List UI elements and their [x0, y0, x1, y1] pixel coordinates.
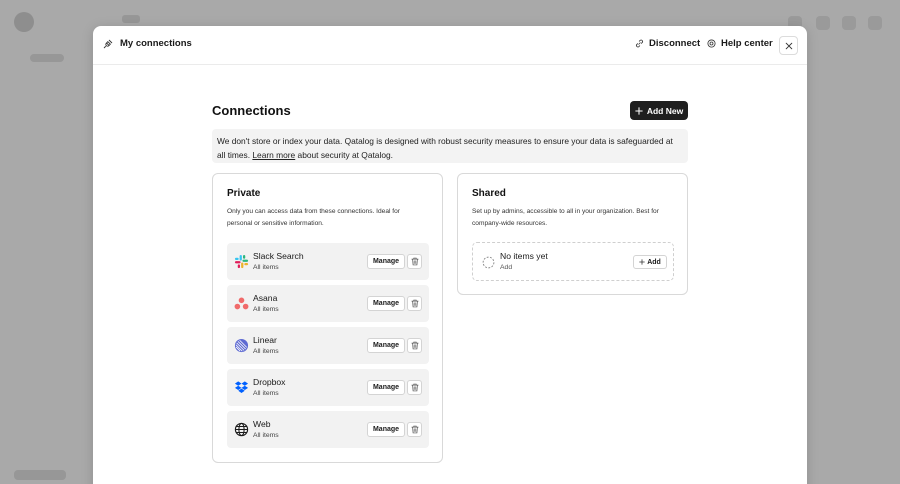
delete-button[interactable] — [407, 296, 422, 311]
trash-icon — [410, 425, 419, 434]
security-notice: We don't store or index your data. Qatal… — [212, 129, 688, 163]
asana-icon — [234, 296, 249, 311]
trash-icon — [410, 299, 419, 308]
connection-scope: All items — [253, 348, 279, 355]
notice-suffix: about security at Qatalog. — [297, 150, 393, 160]
help-icon — [707, 39, 716, 48]
connection-name: Dropbox — [253, 377, 286, 387]
manage-button[interactable]: Manage — [367, 254, 405, 269]
connection-name: Asana — [253, 293, 278, 303]
manage-button[interactable]: Manage — [367, 422, 405, 437]
connection-name: Slack Search — [253, 251, 304, 261]
connection-scope: All items — [253, 306, 279, 313]
disconnect-label: Disconnect — [649, 38, 701, 49]
plus-icon — [639, 259, 645, 265]
globe-icon — [234, 422, 249, 437]
background-toolbar-icon — [868, 16, 882, 30]
connection-scope: All items — [253, 264, 279, 271]
add-shared-button[interactable]: Add — [633, 255, 667, 269]
manage-button[interactable]: Manage — [367, 296, 405, 311]
delete-button[interactable] — [407, 380, 422, 395]
connection-scope: All items — [253, 390, 279, 397]
background-title — [122, 15, 140, 23]
shared-card: Shared Set up by admins, accessible to a… — [457, 173, 688, 295]
dashed-circle-icon — [482, 256, 495, 269]
private-description: Only you can access data from these conn… — [227, 208, 400, 227]
background-app-logo — [14, 12, 34, 32]
delete-button[interactable] — [407, 254, 422, 269]
add-shared-label: Add — [647, 258, 661, 266]
add-new-label: Add New — [646, 105, 684, 116]
background-nav-item — [30, 54, 64, 62]
connection-item-slack: Slack Search All items Manage — [227, 243, 429, 280]
background-toolbar-icon — [842, 16, 856, 30]
modal-title-group: My connections — [103, 38, 192, 49]
shared-empty-state: No items yet Add Add — [472, 242, 674, 281]
unlink-icon — [635, 39, 644, 48]
linear-icon — [234, 338, 249, 353]
add-new-button[interactable]: Add New — [630, 101, 688, 120]
connection-item-linear: Linear All items Manage — [227, 327, 429, 364]
help-center-label: Help center — [721, 38, 773, 49]
trash-icon — [410, 383, 419, 392]
connections-modal: My connections Disconnect Help center Co… — [93, 26, 807, 484]
page-title: Connections — [212, 103, 291, 118]
dropbox-icon — [234, 380, 249, 395]
connection-item-web: Web All items Manage — [227, 411, 429, 448]
private-card: Private Only you can access data from th… — [212, 173, 443, 463]
shared-description: Set up by admins, accessible to all in y… — [472, 208, 659, 227]
disconnect-button[interactable]: Disconnect — [635, 38, 700, 49]
background-footer-item — [14, 470, 66, 480]
manage-button[interactable]: Manage — [367, 380, 405, 395]
connection-name: Web — [253, 419, 271, 429]
shared-title: Shared — [472, 188, 506, 199]
connection-item-dropbox: Dropbox All items Manage — [227, 369, 429, 406]
trash-icon — [410, 257, 419, 266]
empty-state-title: No items yet — [500, 251, 548, 261]
manage-button[interactable]: Manage — [367, 338, 405, 353]
learn-more-link[interactable]: Learn more — [252, 150, 295, 160]
slack-icon — [234, 254, 249, 269]
close-icon — [785, 42, 793, 50]
delete-button[interactable] — [407, 338, 422, 353]
plug-icon — [103, 39, 113, 49]
modal-header: My connections Disconnect Help center — [93, 26, 807, 65]
help-center-button[interactable]: Help center — [707, 38, 773, 49]
delete-button[interactable] — [407, 422, 422, 437]
close-button[interactable] — [779, 36, 798, 55]
plus-icon — [635, 106, 643, 115]
modal-title: My connections — [120, 38, 192, 49]
connection-scope: All items — [253, 432, 279, 439]
trash-icon — [410, 341, 419, 350]
connection-name: Linear — [253, 335, 277, 345]
connection-item-asana: Asana All items Manage — [227, 285, 429, 322]
background-toolbar-icon — [816, 16, 830, 30]
empty-state-add-link[interactable]: Add — [500, 264, 512, 271]
private-title: Private — [227, 188, 261, 199]
